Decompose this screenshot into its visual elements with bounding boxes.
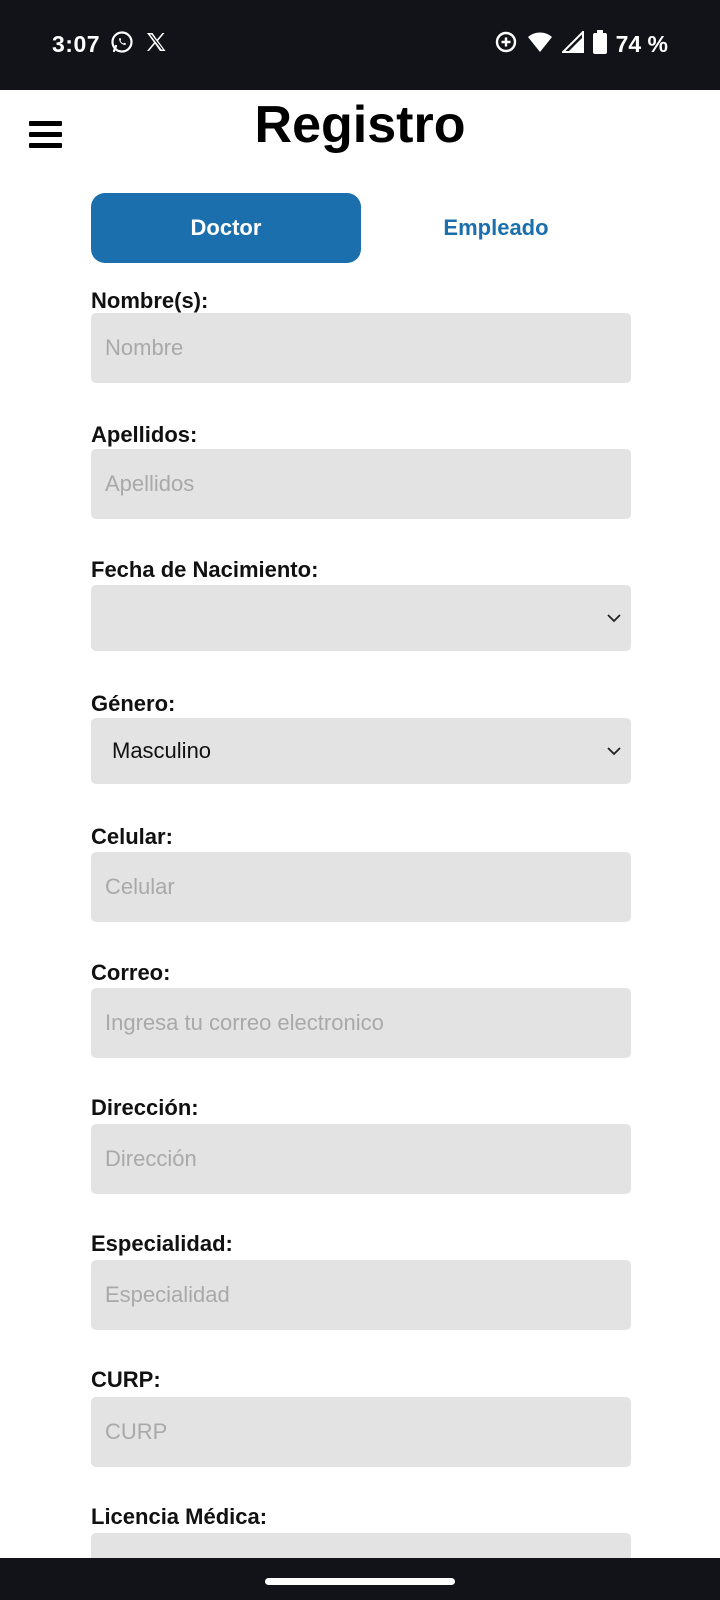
whatsapp-icon	[110, 30, 134, 59]
especialidad-placeholder: Especialidad	[105, 1282, 230, 1307]
tab-doctor[interactable]: Doctor	[91, 193, 361, 263]
signal-icon	[560, 29, 584, 58]
wifi-icon	[527, 31, 553, 58]
chevron-down-icon	[607, 747, 621, 756]
data-saver-icon	[494, 30, 518, 59]
especialidad-label: Especialidad:	[91, 1231, 233, 1256]
celular-input[interactable]: Celular	[91, 852, 631, 922]
correo-placeholder: Ingresa tu correo electronico	[105, 1010, 384, 1035]
apellidos-label: Apellidos:	[91, 422, 198, 447]
apellidos-input[interactable]: Apellidos	[91, 449, 631, 519]
user-type-tabs: Doctor Empleado	[91, 193, 631, 263]
battery-icon	[592, 30, 607, 59]
licencia-medica-input[interactable]	[91, 1533, 631, 1558]
genero-value: Masculino	[112, 738, 212, 763]
curp-label: CURP:	[91, 1367, 161, 1392]
page-title: Registro	[254, 96, 466, 154]
genero-select[interactable]: Masculino	[91, 718, 631, 784]
chevron-down-icon	[607, 614, 621, 623]
status-bar: 3:07 74 %	[0, 0, 720, 90]
nombre-input[interactable]: Nombre	[91, 313, 631, 383]
correo-label: Correo:	[91, 960, 171, 985]
nombre-label: Nombre(s):	[91, 288, 209, 313]
genero-label: Género:	[91, 691, 176, 716]
licencia-medica-label: Licencia Médica:	[91, 1504, 268, 1529]
status-left: 3:07	[52, 30, 168, 59]
direccion-label: Dirección:	[91, 1095, 199, 1120]
status-time: 3:07	[52, 31, 101, 57]
especialidad-input[interactable]: Especialidad	[91, 1260, 631, 1330]
celular-label: Celular:	[91, 824, 173, 849]
direccion-placeholder: Dirección	[105, 1146, 197, 1171]
curp-placeholder: CURP	[105, 1419, 168, 1444]
navigation-bar	[0, 1558, 720, 1600]
fecha-nacimiento-label: Fecha de Nacimiento:	[91, 557, 319, 582]
nombre-placeholder: Nombre	[105, 335, 184, 360]
fecha-nacimiento-select[interactable]	[91, 585, 631, 651]
home-gesture-handle[interactable]	[265, 1578, 455, 1585]
correo-input[interactable]: Ingresa tu correo electronico	[91, 988, 631, 1058]
apellidos-placeholder: Apellidos	[105, 471, 195, 496]
status-right: 74 %	[494, 29, 668, 59]
battery-percentage: 74 %	[615, 31, 668, 57]
direccion-input[interactable]: Dirección	[91, 1124, 631, 1194]
curp-input[interactable]: CURP	[91, 1397, 631, 1467]
registration-screen: Registro Doctor Empleado Nombre(s): Nomb…	[0, 90, 720, 1558]
x-icon	[144, 30, 168, 59]
tab-empleado[interactable]: Empleado	[361, 193, 631, 263]
celular-placeholder: Celular	[105, 874, 175, 899]
